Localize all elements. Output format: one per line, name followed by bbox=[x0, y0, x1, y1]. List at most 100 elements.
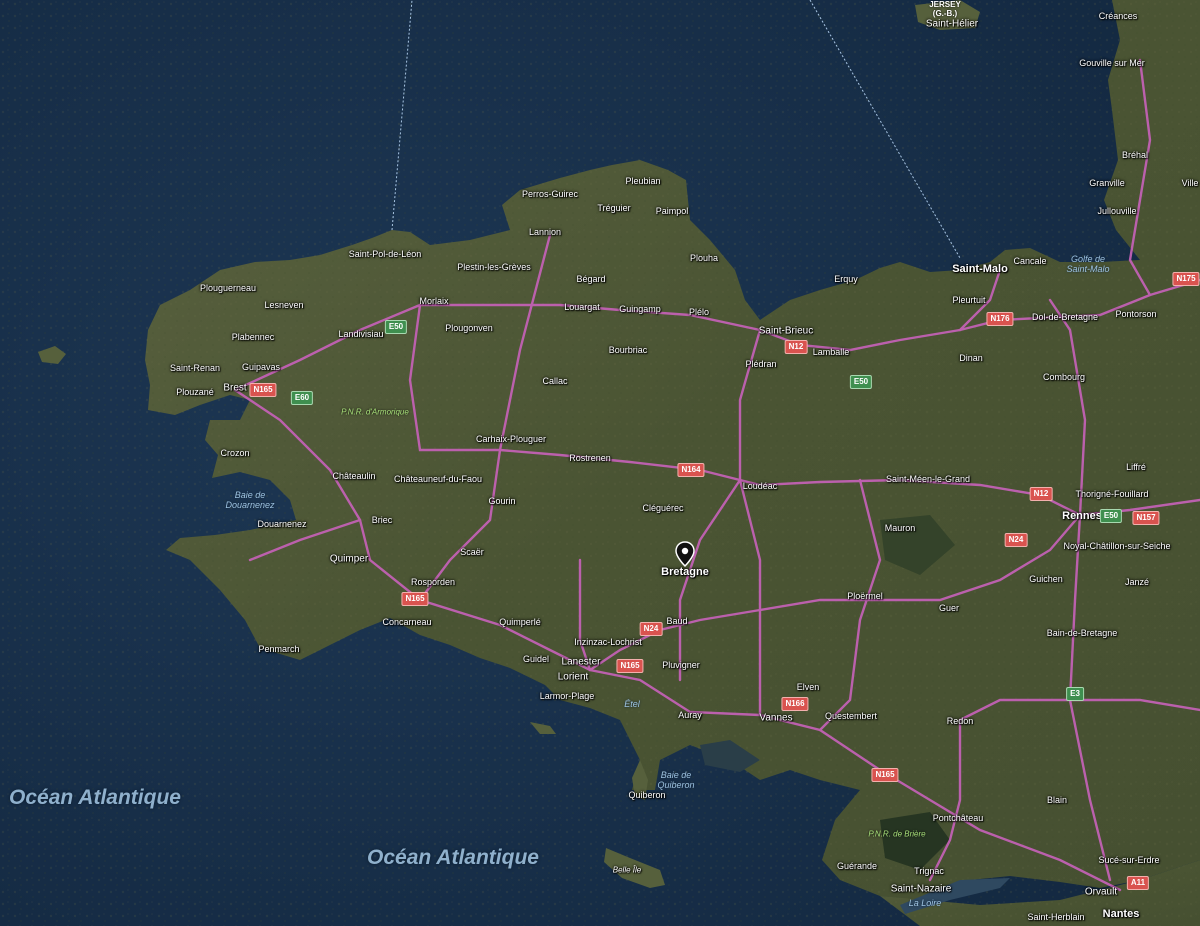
city-label[interactable]: Thorigné-Fouillard bbox=[1075, 489, 1148, 499]
city-label[interactable]: Gourin bbox=[488, 496, 515, 506]
city-label[interactable]: Cancale bbox=[1013, 256, 1046, 266]
city-label[interactable]: Combourg bbox=[1043, 372, 1085, 382]
road-shield: E50 bbox=[1099, 509, 1123, 523]
city-label[interactable]: Tréguier bbox=[597, 203, 630, 213]
city-label[interactable]: Noyal-Châtillon-sur-Seiche bbox=[1063, 541, 1170, 551]
city-label[interactable]: Douarnenez bbox=[257, 519, 306, 529]
city-label[interactable]: Loudéac bbox=[743, 481, 778, 491]
city-label[interactable]: Plabennec bbox=[232, 332, 275, 342]
city-label[interactable]: Guichen bbox=[1029, 574, 1063, 584]
city-label[interactable]: Saint-Pol-de-Léon bbox=[349, 249, 422, 259]
city-label[interactable]: Blain bbox=[1047, 795, 1067, 805]
city-label[interactable]: Rennes bbox=[1062, 510, 1102, 522]
city-label[interactable]: Rosporden bbox=[411, 577, 455, 587]
city-label[interactable]: Ploërmel bbox=[847, 591, 883, 601]
city-label[interactable]: Orvault bbox=[1085, 887, 1117, 898]
city-label[interactable]: Quimperlé bbox=[499, 617, 541, 627]
ocean-label: Océan Atlantique bbox=[367, 846, 539, 869]
city-label[interactable]: Sucé-sur-Erdre bbox=[1098, 855, 1159, 865]
city-label[interactable]: Plouguerneau bbox=[200, 283, 256, 293]
city-label[interactable]: Morlaix bbox=[419, 296, 448, 306]
city-label[interactable]: Trignac bbox=[914, 866, 944, 876]
city-label[interactable]: Créances bbox=[1099, 11, 1138, 21]
city-label[interactable]: Plédran bbox=[745, 359, 776, 369]
region-label[interactable]: Bretagne bbox=[661, 566, 709, 578]
city-label[interactable]: Concarneau bbox=[382, 617, 431, 627]
city-label[interactable]: Cléguérec bbox=[642, 503, 683, 513]
city-label[interactable]: Liffré bbox=[1126, 462, 1146, 472]
city-label[interactable]: Pleubian bbox=[625, 176, 660, 186]
city-label[interactable]: Saint-Malo bbox=[952, 263, 1008, 275]
city-label[interactable]: Guérande bbox=[837, 861, 877, 871]
city-label[interactable]: Questembert bbox=[825, 711, 877, 721]
city-label[interactable]: Bégard bbox=[576, 274, 605, 284]
city-label[interactable]: Inzinzac-Lochrist bbox=[574, 637, 642, 647]
city-label[interactable]: Saint-Hélier bbox=[926, 19, 978, 30]
city-label[interactable]: Perros-Guirec bbox=[522, 189, 578, 199]
city-label[interactable]: Plestin-les-Grèves bbox=[457, 262, 531, 272]
city-label[interactable]: Erquy bbox=[834, 274, 858, 284]
city-label[interactable]: Lannion bbox=[529, 227, 561, 237]
city-label[interactable]: Guipavas bbox=[242, 362, 280, 372]
city-label[interactable]: Brest bbox=[223, 383, 246, 394]
city-label[interactable]: Dinan bbox=[959, 353, 983, 363]
city-label[interactable]: Plélo bbox=[689, 307, 709, 317]
city-label[interactable]: Gouville sur Mer bbox=[1079, 58, 1145, 68]
city-label[interactable]: Saint-Brieuc bbox=[759, 326, 813, 337]
city-label[interactable]: Auray bbox=[678, 710, 702, 720]
city-label[interactable]: Penmarch bbox=[258, 644, 299, 654]
city-label[interactable]: Pleurtuit bbox=[952, 295, 985, 305]
city-label[interactable]: Ville bbox=[1182, 178, 1199, 188]
city-label[interactable]: Guidel bbox=[523, 654, 549, 664]
city-label[interactable]: Bain-de-Bretagne bbox=[1047, 628, 1118, 638]
city-label[interactable]: Mauron bbox=[885, 523, 916, 533]
city-label[interactable]: Crozon bbox=[220, 448, 249, 458]
city-label[interactable]: Guingamp bbox=[619, 304, 661, 314]
city-label[interactable]: Pluvigner bbox=[662, 660, 700, 670]
city-label[interactable]: Bréhal bbox=[1122, 150, 1148, 160]
bay-label-quiberon: Baie de Quiberon bbox=[657, 770, 695, 790]
city-label[interactable]: Briec bbox=[372, 515, 393, 525]
city-label[interactable]: Lorient bbox=[558, 672, 589, 683]
city-label[interactable]: Elven bbox=[797, 682, 820, 692]
city-label[interactable]: Lesneven bbox=[264, 300, 303, 310]
city-label[interactable]: Lanester bbox=[562, 657, 601, 668]
map-view[interactable]: Océan Atlantique Océan Atlantique Baie d… bbox=[0, 0, 1200, 926]
city-label[interactable]: Bourbriac bbox=[609, 345, 648, 355]
city-label[interactable]: Janzé bbox=[1125, 577, 1149, 587]
city-label[interactable]: Guer bbox=[939, 603, 959, 613]
city-label[interactable]: Plougonven bbox=[445, 323, 493, 333]
city-label[interactable]: Lamballe bbox=[813, 347, 850, 357]
city-label[interactable]: Pontorson bbox=[1115, 309, 1156, 319]
city-label[interactable]: Dol-de-Bretagne bbox=[1032, 312, 1098, 322]
city-label[interactable]: Callac bbox=[542, 376, 567, 386]
bay-label-douarnenez: Baie de Douarnenez bbox=[225, 490, 275, 510]
city-label[interactable]: Louargat bbox=[564, 302, 600, 312]
city-label[interactable]: Châteauneuf-du-Faou bbox=[394, 474, 482, 484]
city-label[interactable]: Vannes bbox=[759, 713, 792, 724]
city-label[interactable]: Saint-Herblain bbox=[1027, 912, 1084, 922]
city-label[interactable]: Saint-Renan bbox=[170, 363, 220, 373]
city-label[interactable]: Jullouville bbox=[1097, 206, 1136, 216]
city-label[interactable]: Larmor-Plage bbox=[540, 691, 595, 701]
city-label[interactable]: Plouzané bbox=[176, 387, 214, 397]
city-label[interactable]: Rostrenen bbox=[569, 453, 611, 463]
city-label[interactable]: Carhaix-Plouguer bbox=[476, 434, 546, 444]
city-label[interactable]: Quiberon bbox=[628, 790, 665, 800]
city-label[interactable]: Redon bbox=[947, 716, 974, 726]
city-label[interactable]: Baud bbox=[666, 616, 687, 626]
city-label[interactable]: Paimpol bbox=[656, 206, 689, 216]
city-label[interactable]: Saint-Nazaire bbox=[891, 884, 952, 895]
road-shield: E50 bbox=[384, 320, 408, 334]
city-label[interactable]: Landivisiau bbox=[338, 329, 383, 339]
city-label[interactable]: Granville bbox=[1089, 178, 1125, 188]
city-label[interactable]: Nantes bbox=[1103, 908, 1140, 920]
city-label[interactable]: Plouha bbox=[690, 253, 718, 263]
city-label[interactable]: Saint-Méen-le-Grand bbox=[886, 474, 970, 484]
city-label[interactable]: Pontchâteau bbox=[933, 813, 984, 823]
map-pin-icon[interactable] bbox=[674, 541, 696, 567]
city-label[interactable]: Scaër bbox=[460, 547, 484, 557]
city-label[interactable]: Quimper bbox=[330, 554, 368, 565]
city-label[interactable]: Châteaulin bbox=[332, 471, 375, 481]
map-labels: Océan Atlantique Océan Atlantique Baie d… bbox=[0, 0, 1200, 926]
